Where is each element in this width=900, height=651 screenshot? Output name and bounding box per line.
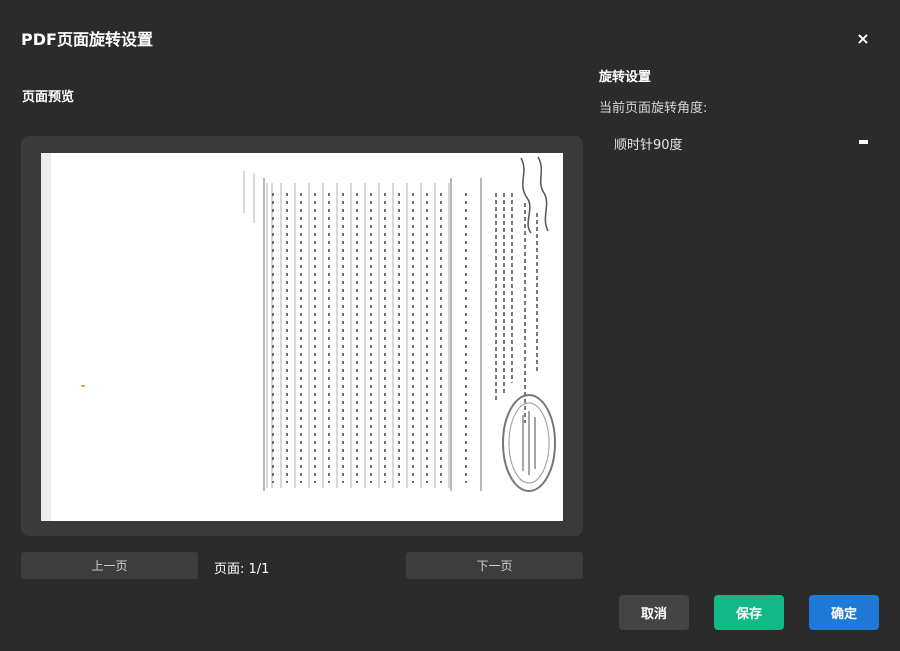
cancel-button[interactable]: 取消 [619, 595, 689, 630]
prev-page-button[interactable]: 上一页 [21, 552, 198, 579]
save-button[interactable]: 保存 [714, 595, 784, 630]
rotation-angle-select[interactable]: 顺时针90度 [600, 126, 878, 158]
angle-label: 当前页面旋转角度: [599, 101, 708, 116]
dropdown-icon [859, 140, 868, 144]
preview-label: 页面预览 [22, 90, 75, 105]
page-indicator: 页面: 1/1 [214, 562, 270, 577]
dialog-title: PDF页面旋转设置 [21, 30, 153, 49]
rotated-document-image [41, 153, 556, 521]
rotate-dialog: PDF页面旋转设置 × 页面预览 上一页 页面: 1/1 下一页 旋转设置 当前… [0, 0, 900, 651]
selected-angle: 顺时针90度 [614, 138, 683, 153]
preview-panel [21, 136, 583, 536]
rotation-heading: 旋转设置 [599, 70, 652, 85]
next-page-button[interactable]: 下一页 [406, 552, 583, 579]
close-icon[interactable]: × [852, 27, 874, 49]
page-thumbnail [41, 153, 563, 521]
confirm-button[interactable]: 确定 [809, 595, 879, 630]
